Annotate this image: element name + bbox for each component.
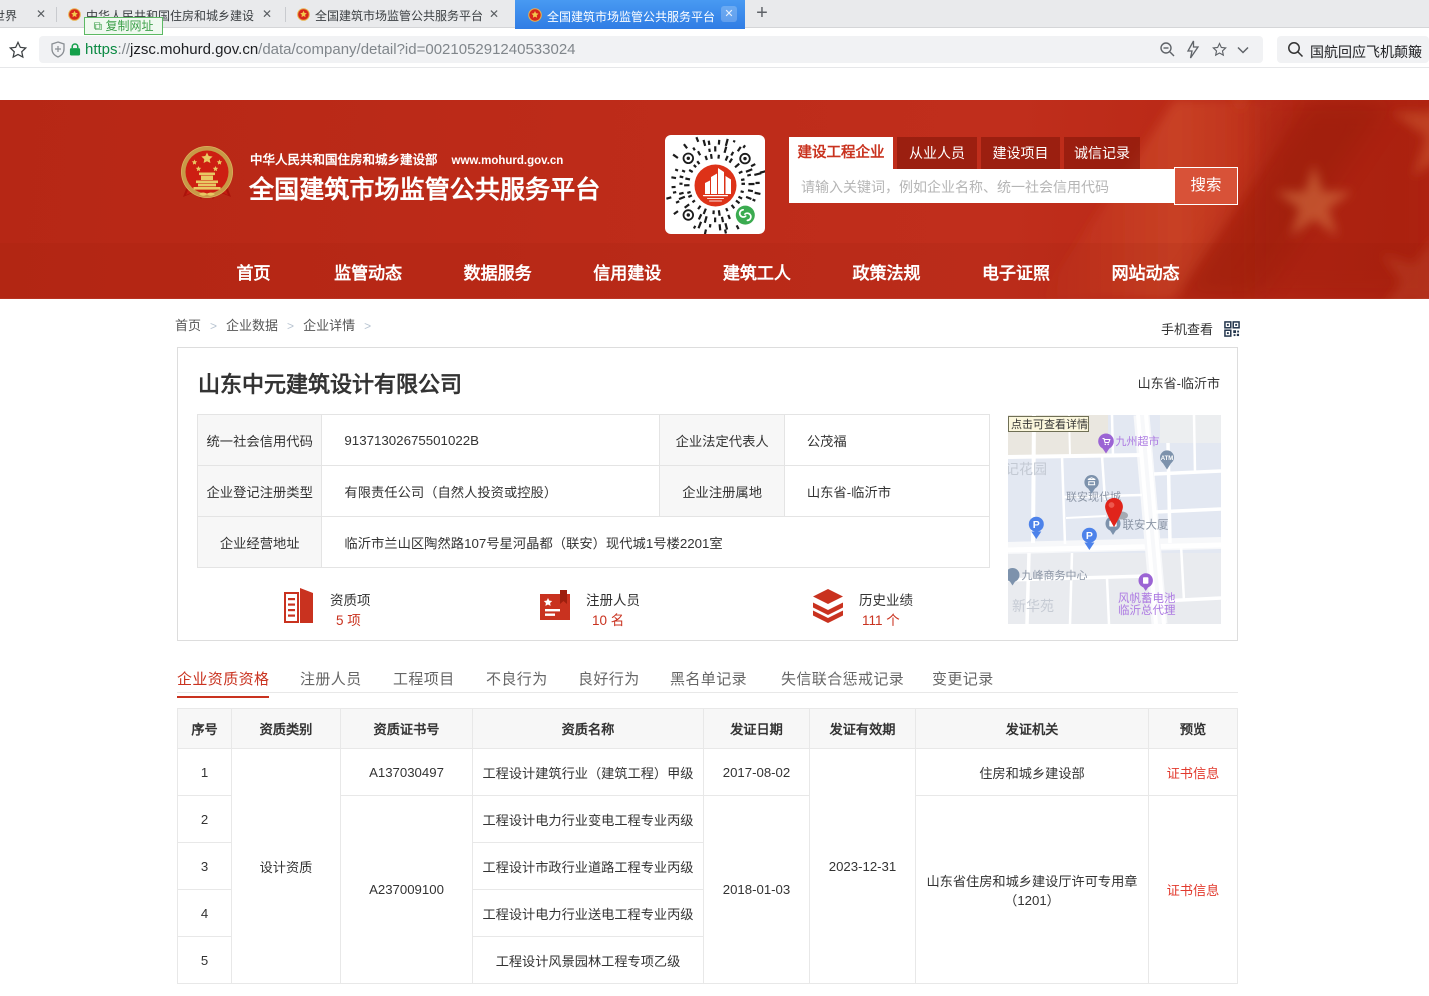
svg-text:联安大厦: 联安大厦 <box>1123 518 1169 532</box>
svg-text:九州超市: 九州超市 <box>1116 434 1160 448</box>
svg-text:新华苑: 新华苑 <box>1012 598 1054 614</box>
svg-text:ATM: ATM <box>1161 456 1174 462</box>
svg-text:风帆蓄电池: 风帆蓄电池 <box>1118 591 1176 605</box>
svg-text:P: P <box>1086 530 1093 542</box>
svg-text:点击可查看详情: 点击可查看详情 <box>1011 417 1088 431</box>
svg-text:P: P <box>1033 519 1040 531</box>
svg-text:九峰商务中心: 九峰商务中心 <box>1022 568 1088 582</box>
svg-text:临沂总代理: 临沂总代理 <box>1118 603 1176 617</box>
svg-text:记花园: 记花园 <box>1008 461 1047 477</box>
